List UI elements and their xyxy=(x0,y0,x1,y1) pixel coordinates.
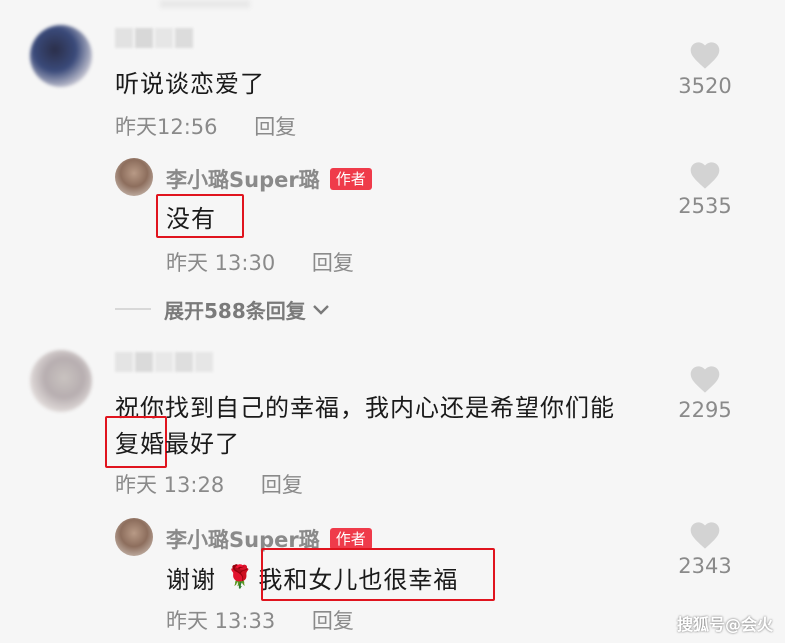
reply-text-prefix: 谢谢 xyxy=(166,566,216,594)
reply-time: 昨天 13:30 xyxy=(166,251,276,275)
chevron-down-icon xyxy=(312,304,329,315)
reply-button[interactable]: 回复 xyxy=(254,115,296,139)
comment-time: 昨天12:56 xyxy=(115,115,218,139)
reply-button[interactable]: 回复 xyxy=(312,251,354,275)
highlight-box xyxy=(261,548,495,601)
heart-icon xyxy=(690,522,720,549)
username-blurred[interactable] xyxy=(115,28,193,48)
comment-time: 昨天 13:28 xyxy=(115,473,225,497)
author-avatar[interactable] xyxy=(115,158,153,196)
reply-text: 没有 xyxy=(166,205,216,233)
reply-meta: 昨天 13:30 回复 xyxy=(166,247,354,277)
author-name[interactable]: 李小璐Super璐 xyxy=(166,164,320,194)
like-button[interactable]: 2343 xyxy=(655,520,755,578)
like-button[interactable]: 2295 xyxy=(655,364,755,422)
avatar[interactable] xyxy=(30,350,92,412)
rose-emoji: 🌹 xyxy=(226,565,255,590)
reply-time: 昨天 13:33 xyxy=(166,609,276,633)
comment-meta: 昨天12:56 回复 xyxy=(115,111,296,141)
heart-icon xyxy=(690,162,720,189)
heart-icon xyxy=(690,366,720,393)
comment-text: 听说谈恋爱了 xyxy=(115,70,265,98)
watermark: 搜狐号@会火 xyxy=(676,615,773,634)
author-badge: 作者 xyxy=(329,168,372,190)
like-count: 2535 xyxy=(678,194,732,218)
like-count: 2295 xyxy=(678,398,732,422)
comment-meta: 昨天 13:28 回复 xyxy=(115,469,303,499)
avatar[interactable] xyxy=(30,25,92,87)
comment-text-line2: 复婚最好了 xyxy=(115,424,240,459)
username-blurred[interactable] xyxy=(115,352,213,372)
like-count: 3520 xyxy=(678,74,732,98)
reply-meta: 昨天 13:33 回复 xyxy=(166,605,354,635)
reply-author-row: 李小璐Super璐 作者 xyxy=(166,164,372,194)
reply-button[interactable]: 回复 xyxy=(261,473,303,497)
top-cutoff-blur xyxy=(160,0,250,8)
expand-divider xyxy=(115,308,151,310)
reply-button[interactable]: 回复 xyxy=(312,609,354,633)
like-count: 2343 xyxy=(678,554,732,578)
heart-icon xyxy=(690,42,720,69)
comment-text-rest: 最好了 xyxy=(165,430,240,458)
author-badge: 作者 xyxy=(329,528,372,550)
like-button[interactable]: 2535 xyxy=(655,160,755,218)
like-button[interactable]: 3520 xyxy=(655,40,755,98)
comment-text-line1: 祝你找到自己的幸福，我内心还是希望你们能 xyxy=(115,394,615,422)
author-avatar[interactable] xyxy=(115,518,153,556)
highlighted-word: 复婚 xyxy=(115,430,165,458)
expand-replies-label: 展开588条回复 xyxy=(164,299,306,323)
expand-replies-button[interactable]: 展开588条回复 xyxy=(164,295,330,324)
